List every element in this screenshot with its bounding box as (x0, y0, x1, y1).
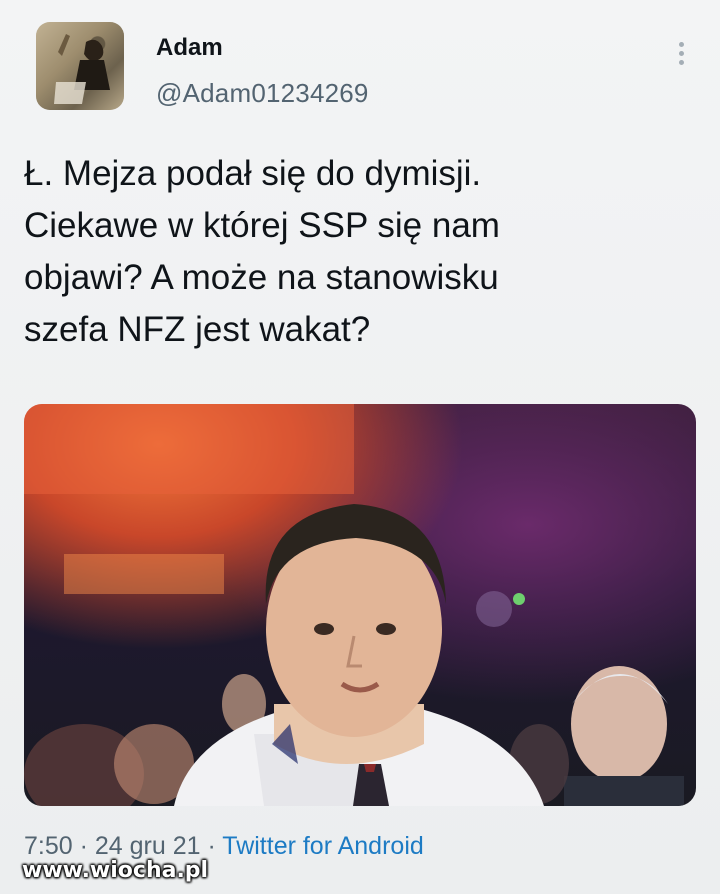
author-handle[interactable]: @Adam01234269 (156, 78, 369, 109)
tweet-source-app[interactable]: Twitter for Android (222, 832, 423, 860)
tweet-time[interactable]: 7:50 (24, 832, 73, 860)
tweet-text: Ł. Mejza podał się do dymisji. Ciekawe w… (24, 154, 500, 349)
meta-separator: · (72, 832, 95, 860)
meta-separator: · (200, 832, 223, 860)
author-name[interactable]: Adam (156, 34, 223, 62)
tweet-date[interactable]: 24 gru 21 (95, 832, 201, 860)
tweet-photo[interactable] (24, 404, 696, 806)
more-vertical-icon[interactable] (676, 38, 686, 78)
tweet-card: Adam @Adam01234269 Ł. Mejza podał się do… (0, 0, 720, 894)
watermark: www.wiocha.pl (22, 858, 209, 883)
avatar[interactable] (36, 22, 124, 110)
tweet-header: Adam @Adam01234269 (36, 22, 696, 122)
tweet-meta: 7:50 · 24 gru 21 · Twitter for Android (24, 832, 424, 861)
